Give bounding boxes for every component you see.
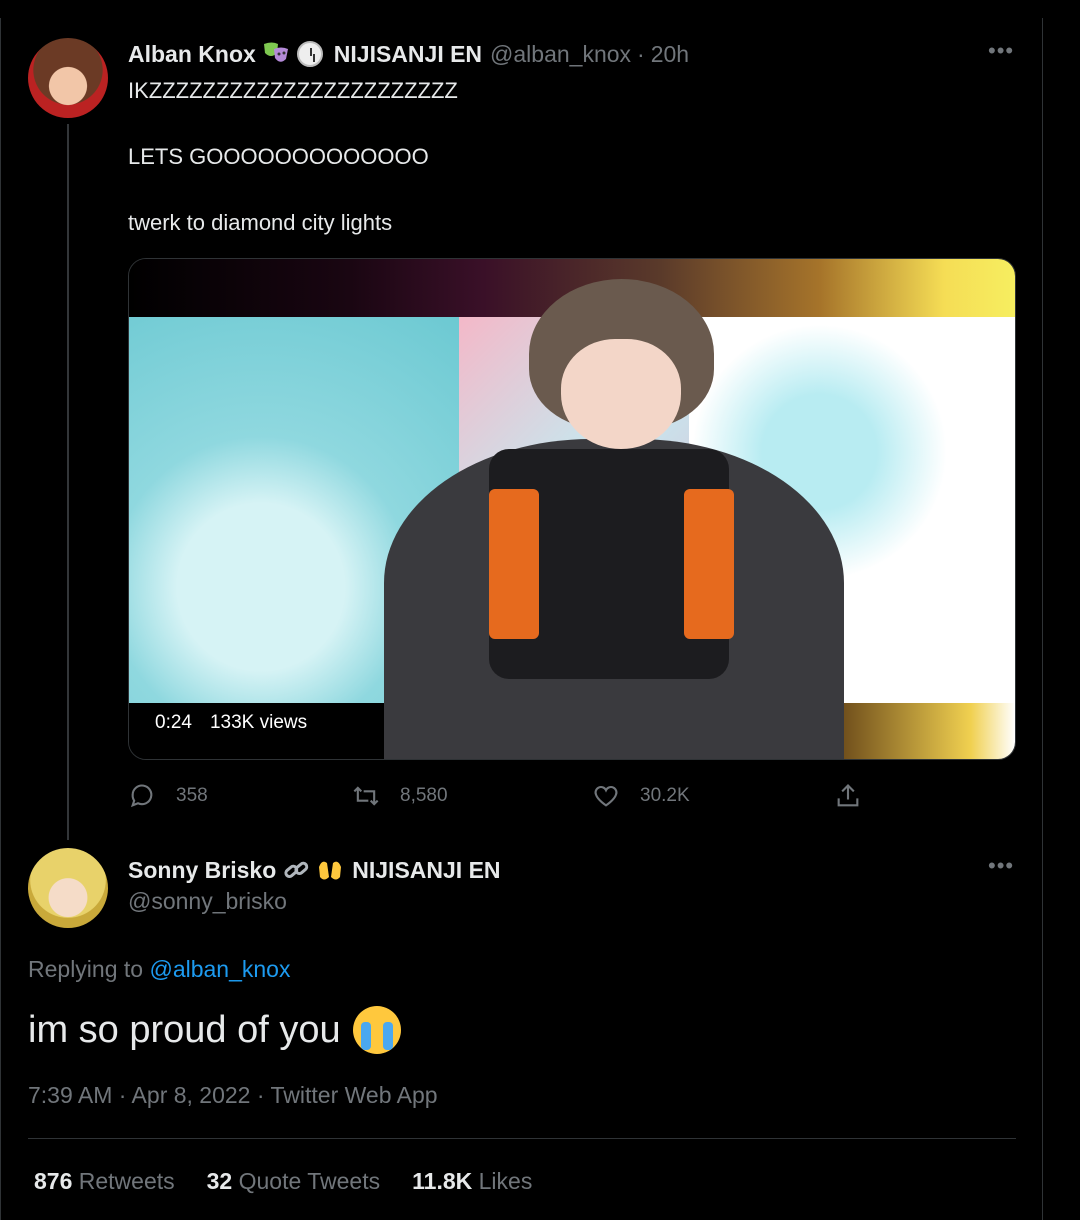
tweet-text-line-3: twerk to diamond city lights — [128, 210, 393, 235]
tweet-meta[interactable]: 7:39 AM · Apr 8, 2022 · Twitter Web App — [28, 1082, 438, 1109]
org-name: NIJISANJI EN — [352, 856, 501, 883]
author-handle[interactable]: @sonny_brisko — [128, 888, 287, 915]
retweet-button[interactable]: 8,580 — [352, 778, 448, 814]
frame-border-left — [0, 18, 1, 1220]
org-name: NIJISANJI EN — [333, 40, 483, 67]
like-button[interactable]: 30.2K — [592, 778, 690, 814]
video-player[interactable]: 0:24 133K views — [128, 258, 1016, 760]
replying-mention-link[interactable]: @alban_knox — [149, 956, 290, 982]
heart-icon — [594, 785, 618, 807]
video-duration: 0:24 — [155, 712, 192, 733]
video-views: 133K views — [209, 712, 308, 733]
thread-line — [67, 124, 69, 840]
author-name[interactable]: Sonny Brisko — [128, 857, 276, 884]
share-icon — [837, 784, 859, 807]
tweet-actions: 358 8,580 30.2K — [128, 778, 868, 814]
clock-icon — [296, 40, 324, 68]
retweets-stat[interactable]: 876 Retweets — [34, 1168, 175, 1195]
likes-stat[interactable]: 11.8K Likes — [412, 1168, 532, 1195]
author-name[interactable]: Alban Knox — [128, 41, 256, 68]
tweet-text-line-2: LETS GOOOOOOOOOOOOO — [128, 144, 429, 169]
tweet-text: im so proud of you — [28, 1006, 401, 1054]
video-info-badge: 0:24 133K views — [143, 705, 320, 741]
more-icon[interactable]: ••• — [988, 38, 1014, 64]
character-face — [561, 339, 681, 449]
raised-hands-icon — [316, 856, 344, 884]
timestamp[interactable]: 20h — [651, 41, 689, 68]
more-icon[interactable]: ••• — [988, 853, 1014, 879]
share-button[interactable] — [834, 778, 882, 814]
reply-icon — [130, 784, 153, 808]
tweet-header: Sonny Brisko NIJISANJI EN — [128, 854, 501, 886]
loudly-crying-face-icon — [352, 1006, 401, 1054]
tweet-header: Alban Knox NIJISANJI EN @alban_knox · 20… — [128, 38, 689, 70]
author-handle[interactable]: @alban_knox — [490, 41, 631, 68]
retweet-icon — [353, 786, 379, 806]
reply-count: 358 — [176, 785, 208, 806]
replying-label: Replying to — [28, 956, 144, 982]
tweet-text-content: im so proud of you — [28, 1008, 341, 1051]
replying-to: Replying to @alban_knox — [28, 956, 290, 983]
character-stripe-left — [489, 489, 539, 639]
character-stripe-right — [684, 489, 734, 639]
theater-masks-icon — [262, 40, 290, 68]
divider — [28, 1138, 1016, 1139]
avatar[interactable] — [28, 38, 108, 118]
tweet-stats: 876 Retweets 32 Quote Tweets 11.8K Likes — [34, 1168, 532, 1195]
quote-tweets-stat[interactable]: 32 Quote Tweets — [207, 1168, 380, 1195]
frame-border-right — [1042, 18, 1043, 1220]
tweet-text-line-1: IKZZZZZZZZZZZZZZZZZZZZZZZ — [128, 78, 458, 103]
time-separator: · — [637, 40, 645, 67]
reply-button[interactable]: 358 — [128, 778, 208, 814]
like-count: 30.2K — [640, 785, 690, 806]
avatar[interactable] — [28, 848, 108, 928]
link-icon — [282, 856, 310, 884]
retweet-count: 8,580 — [400, 785, 448, 806]
